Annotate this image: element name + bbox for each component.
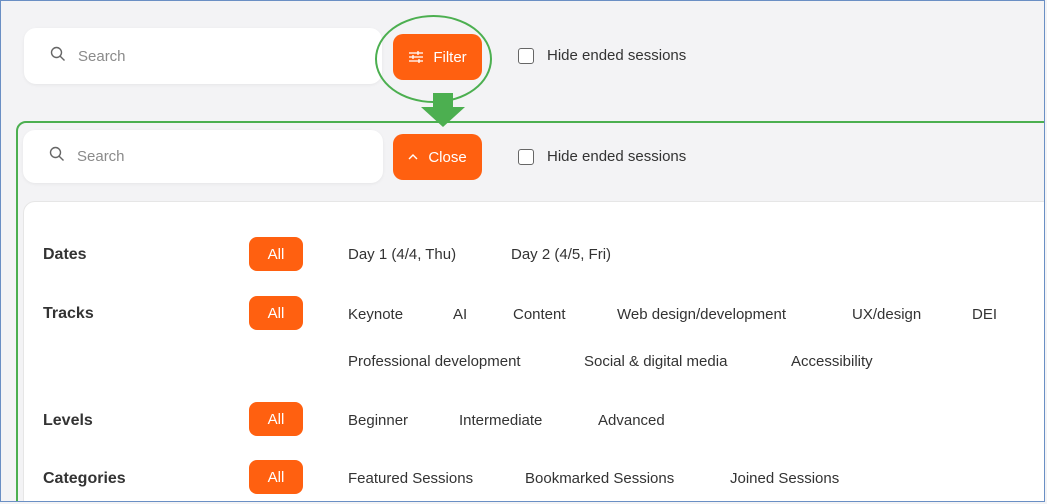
levels-option[interactable]: Advanced — [598, 412, 665, 429]
categories-label: Categories — [43, 470, 126, 487]
categories-all-button[interactable]: All — [249, 460, 303, 494]
levels-all-button[interactable]: All — [249, 402, 303, 436]
tracks-option[interactable]: UX/design — [852, 306, 921, 323]
tracks-option[interactable]: Web design/development — [617, 306, 786, 323]
categories-option[interactable]: Bookmarked Sessions — [525, 470, 674, 487]
search-input-collapsed[interactable] — [76, 46, 340, 66]
dates-option[interactable]: Day 1 (4/4, Thu) — [348, 246, 456, 263]
close-button[interactable]: Close — [393, 134, 482, 180]
highlight-circle-annotation — [375, 15, 492, 103]
screenshot-frame: Filter Hide ended sessions Close Hide en… — [0, 0, 1045, 502]
hide-ended-toggle-expanded[interactable]: Hide ended sessions — [518, 148, 686, 165]
search-input-expanded[interactable] — [75, 147, 339, 166]
levels-label: Levels — [43, 412, 93, 429]
close-button-label: Close — [428, 148, 467, 166]
hide-ended-toggle-collapsed[interactable]: Hide ended sessions — [518, 47, 686, 64]
tracks-option[interactable]: Professional development — [348, 353, 521, 370]
search-box-collapsed[interactable] — [24, 28, 382, 84]
levels-option[interactable]: Intermediate — [459, 412, 542, 429]
tracks-option[interactable]: Content — [513, 306, 566, 323]
search-icon — [50, 46, 66, 67]
categories-option[interactable]: Featured Sessions — [348, 470, 473, 487]
search-icon — [49, 146, 65, 167]
hide-ended-label: Hide ended sessions — [547, 148, 687, 165]
tracks-label: Tracks — [43, 305, 94, 322]
tracks-option[interactable]: AI — [453, 306, 467, 323]
checkbox[interactable] — [518, 148, 534, 165]
hide-ended-label: Hide ended sessions — [547, 47, 687, 64]
categories-option[interactable]: Joined Sessions — [730, 470, 839, 487]
dates-option[interactable]: Day 2 (4/5, Fri) — [511, 246, 611, 263]
tracks-option[interactable]: Accessibility — [791, 353, 873, 370]
chevron-up-icon — [408, 153, 418, 161]
search-box-expanded[interactable] — [23, 130, 383, 183]
tracks-option[interactable]: Keynote — [348, 306, 403, 323]
tracks-all-button[interactable]: All — [249, 296, 303, 330]
tracks-option[interactable]: Social & digital media — [584, 353, 727, 370]
tracks-option[interactable]: DEI — [972, 306, 997, 323]
dates-label: Dates — [43, 246, 87, 263]
checkbox[interactable] — [518, 47, 534, 64]
levels-option[interactable]: Beginner — [348, 412, 408, 429]
dates-all-button[interactable]: All — [249, 237, 303, 271]
